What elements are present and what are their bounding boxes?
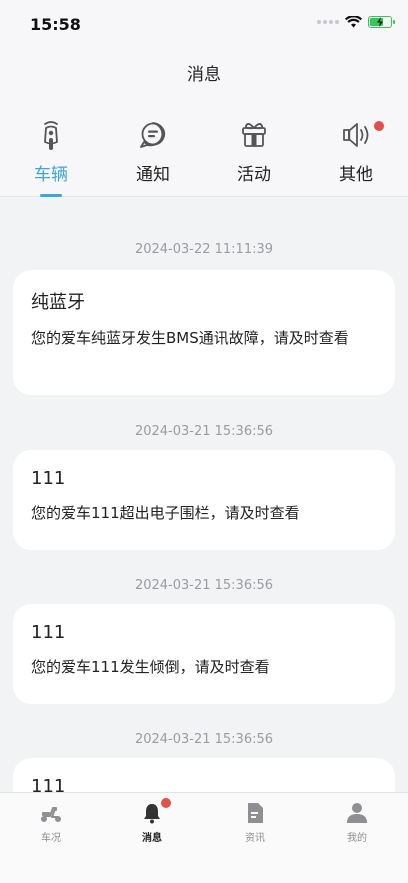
tab-notice[interactable]: 通知 xyxy=(108,118,198,198)
nav-profile-label: 我的 xyxy=(347,833,367,844)
message-title: 111 xyxy=(31,776,66,792)
active-tab-indicator xyxy=(40,194,62,197)
battery-icon xyxy=(368,16,395,28)
message-body: 您的爱车纯蓝牙发生BMS通讯故障，请及时查看 xyxy=(31,329,349,347)
bottom-nav: 车况 消息 资讯 我的 xyxy=(0,792,408,883)
tab-notice-label: 通知 xyxy=(136,165,170,185)
message-body: 您的爱车111发生倾倒，请及时查看 xyxy=(31,658,270,676)
scooter-icon xyxy=(44,121,58,150)
message-title: 111 xyxy=(31,622,66,643)
nav-vehicle-status-label: 车况 xyxy=(41,833,61,844)
nav-messages[interactable]: 消息 xyxy=(112,798,192,844)
message-title: 纯蓝牙 xyxy=(31,292,85,313)
wifi-icon xyxy=(345,16,362,28)
tab-vehicle-label: 车辆 xyxy=(34,165,68,185)
nav-profile[interactable]: 我的 xyxy=(317,801,397,844)
message-timestamp: 2024-03-21 15:36:56 xyxy=(134,732,274,747)
message-card[interactable]: 纯蓝牙 您的爱车纯蓝牙发生BMS通讯故障，请及时查看 xyxy=(13,270,395,395)
nav-news[interactable]: 资讯 xyxy=(215,801,295,844)
message-tabs: 车辆 通知 活动 其他 xyxy=(0,118,408,198)
cellular-icon xyxy=(317,20,339,24)
message-timestamp: 2024-03-22 11:11:39 xyxy=(134,242,274,257)
status-time: 15:58 xyxy=(30,15,81,34)
scooter-icon xyxy=(41,807,61,822)
message-timestamp: 2024-03-21 15:36:56 xyxy=(134,578,274,593)
user-icon xyxy=(347,803,367,823)
chat-bubble-icon xyxy=(140,122,166,148)
message-body: 您的爱车111超出电子围栏，请及时查看 xyxy=(31,504,300,522)
page-title: 消息 xyxy=(187,65,221,85)
message-list[interactable]: 2024-03-22 11:11:39 纯蓝牙 您的爱车纯蓝牙发生BMS通讯故障… xyxy=(0,198,408,792)
tab-activity-label: 活动 xyxy=(237,165,271,185)
messages-badge-dot xyxy=(161,798,171,808)
status-bar: 15:58 xyxy=(0,0,408,48)
top-area: 15:58 消息 车辆 通知 活动 其他 xyxy=(0,0,408,197)
document-icon xyxy=(248,803,263,823)
message-card[interactable]: 111 您的爱车111发生倾倒，请及时查看 xyxy=(13,604,395,704)
tab-other-label: 其他 xyxy=(339,165,373,185)
tab-activity[interactable]: 活动 xyxy=(209,118,299,198)
message-card[interactable]: 111 您的爱车111超出电子围栏，请及时查看 xyxy=(13,450,395,550)
tab-other[interactable]: 其他 xyxy=(311,118,401,198)
nav-news-label: 资讯 xyxy=(245,833,265,844)
nav-vehicle-status[interactable]: 车况 xyxy=(11,801,91,844)
other-badge-dot xyxy=(374,121,384,131)
gift-icon xyxy=(242,123,266,147)
tab-vehicle[interactable]: 车辆 xyxy=(6,118,96,198)
status-icons xyxy=(317,16,395,28)
message-title: 111 xyxy=(31,468,66,489)
message-card[interactable]: 111 xyxy=(13,758,395,792)
nav-messages-label: 消息 xyxy=(142,833,162,844)
speaker-icon xyxy=(343,123,369,147)
message-timestamp: 2024-03-21 15:36:56 xyxy=(134,424,274,439)
